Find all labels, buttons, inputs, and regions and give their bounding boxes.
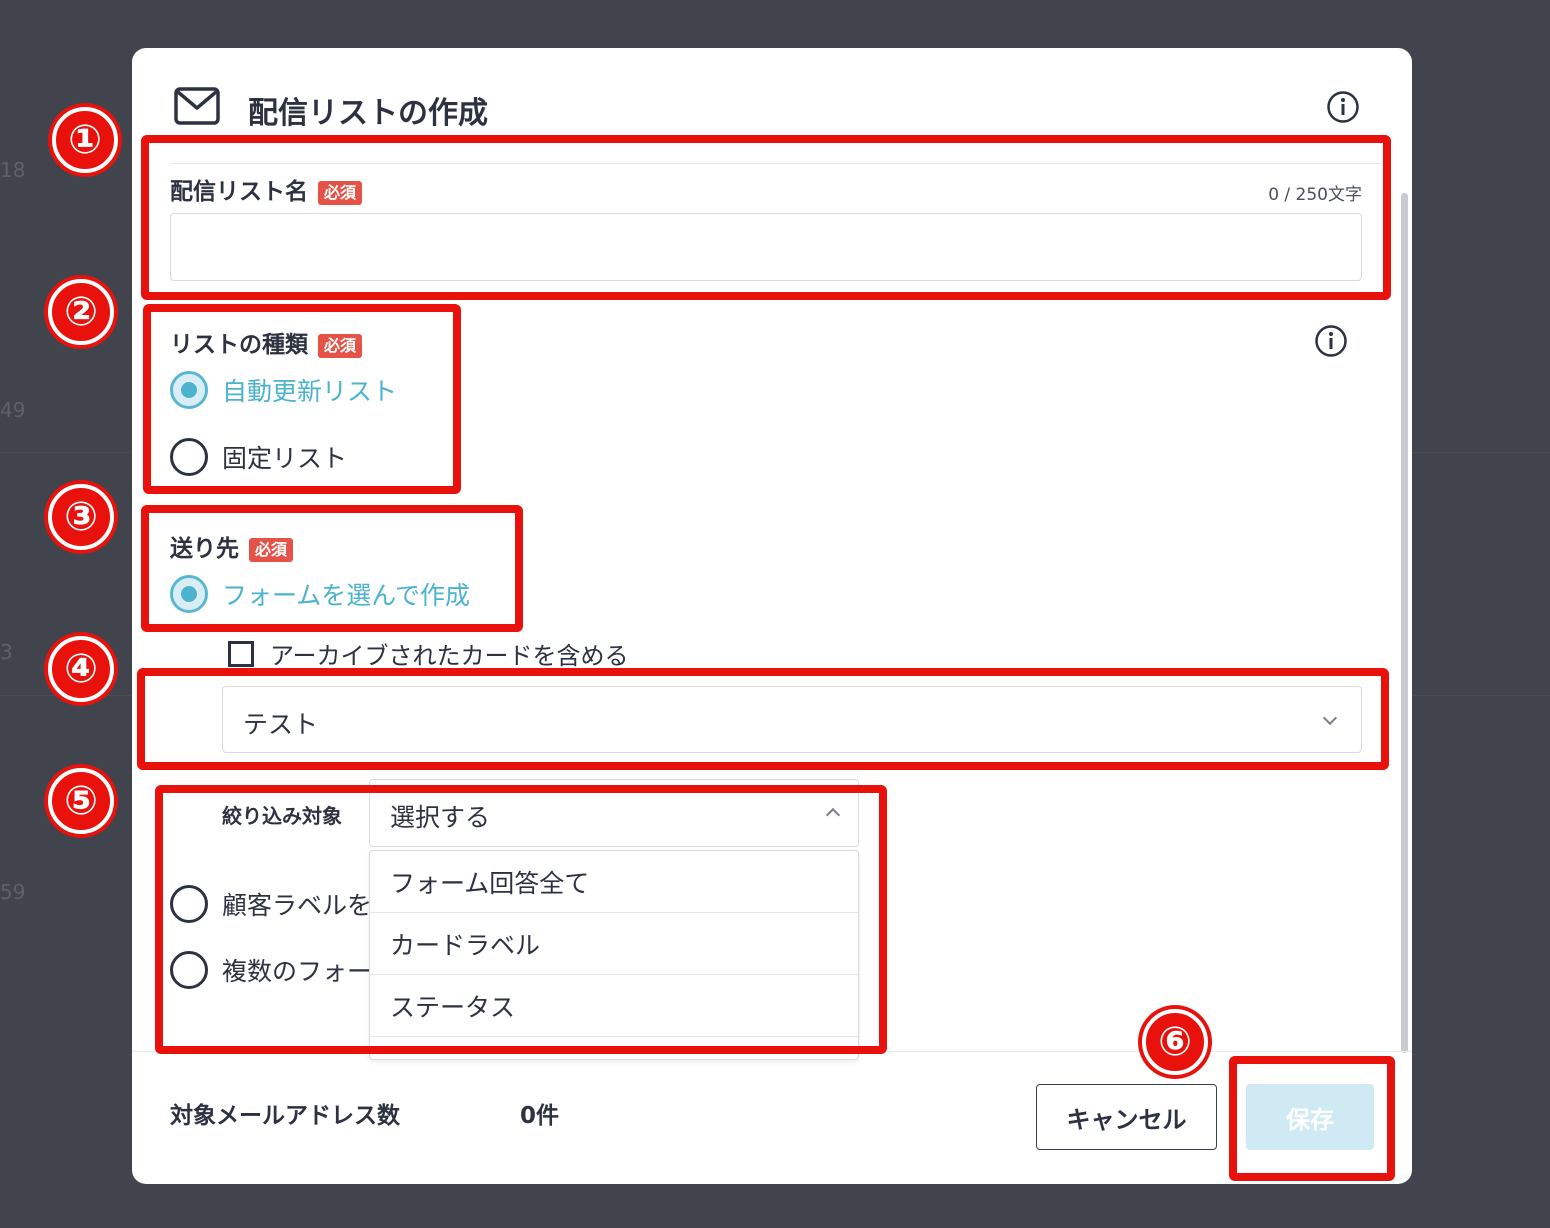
background-row-number: 3 [0,640,13,664]
info-icon[interactable] [1326,90,1360,124]
annotation-number-3: ③ [48,484,114,550]
annotation-number-1: ① [52,107,118,173]
background-divider [1412,452,1550,453]
annotation-box-3 [141,505,523,632]
annotation-box-6 [1229,1056,1395,1181]
scrollbar[interactable] [1401,193,1408,1053]
background-divider [1412,695,1550,696]
modal-title: 配信リストの作成 [248,96,488,131]
mail-icon [174,87,220,125]
checkbox-label: アーカイブされたカードを含める [270,642,629,670]
checkbox[interactable] [228,640,254,667]
annotation-box-4 [137,668,1389,770]
cancel-button[interactable]: キャンセル [1036,1084,1217,1150]
background-row-number: 18 [0,158,26,182]
annotation-box-2 [143,304,461,494]
annotation-number-6: ⑥ [1142,1009,1208,1075]
annotation-number-4: ④ [48,636,114,702]
target-email-count: 0件 [520,1103,560,1129]
info-icon[interactable] [1314,324,1348,358]
annotation-box-5 [155,785,887,1054]
background-row-number: 59 [0,880,26,904]
annotation-box-1 [141,135,1391,300]
annotation-number-2: ② [48,279,114,345]
target-email-count-label: 対象メールアドレス数 [170,1103,400,1129]
include-archived-checkbox[interactable]: アーカイブされたカードを含める [228,636,629,671]
background-row-number: 49 [0,398,26,422]
background-divider [0,452,132,453]
annotation-number-5: ⑤ [48,768,114,834]
